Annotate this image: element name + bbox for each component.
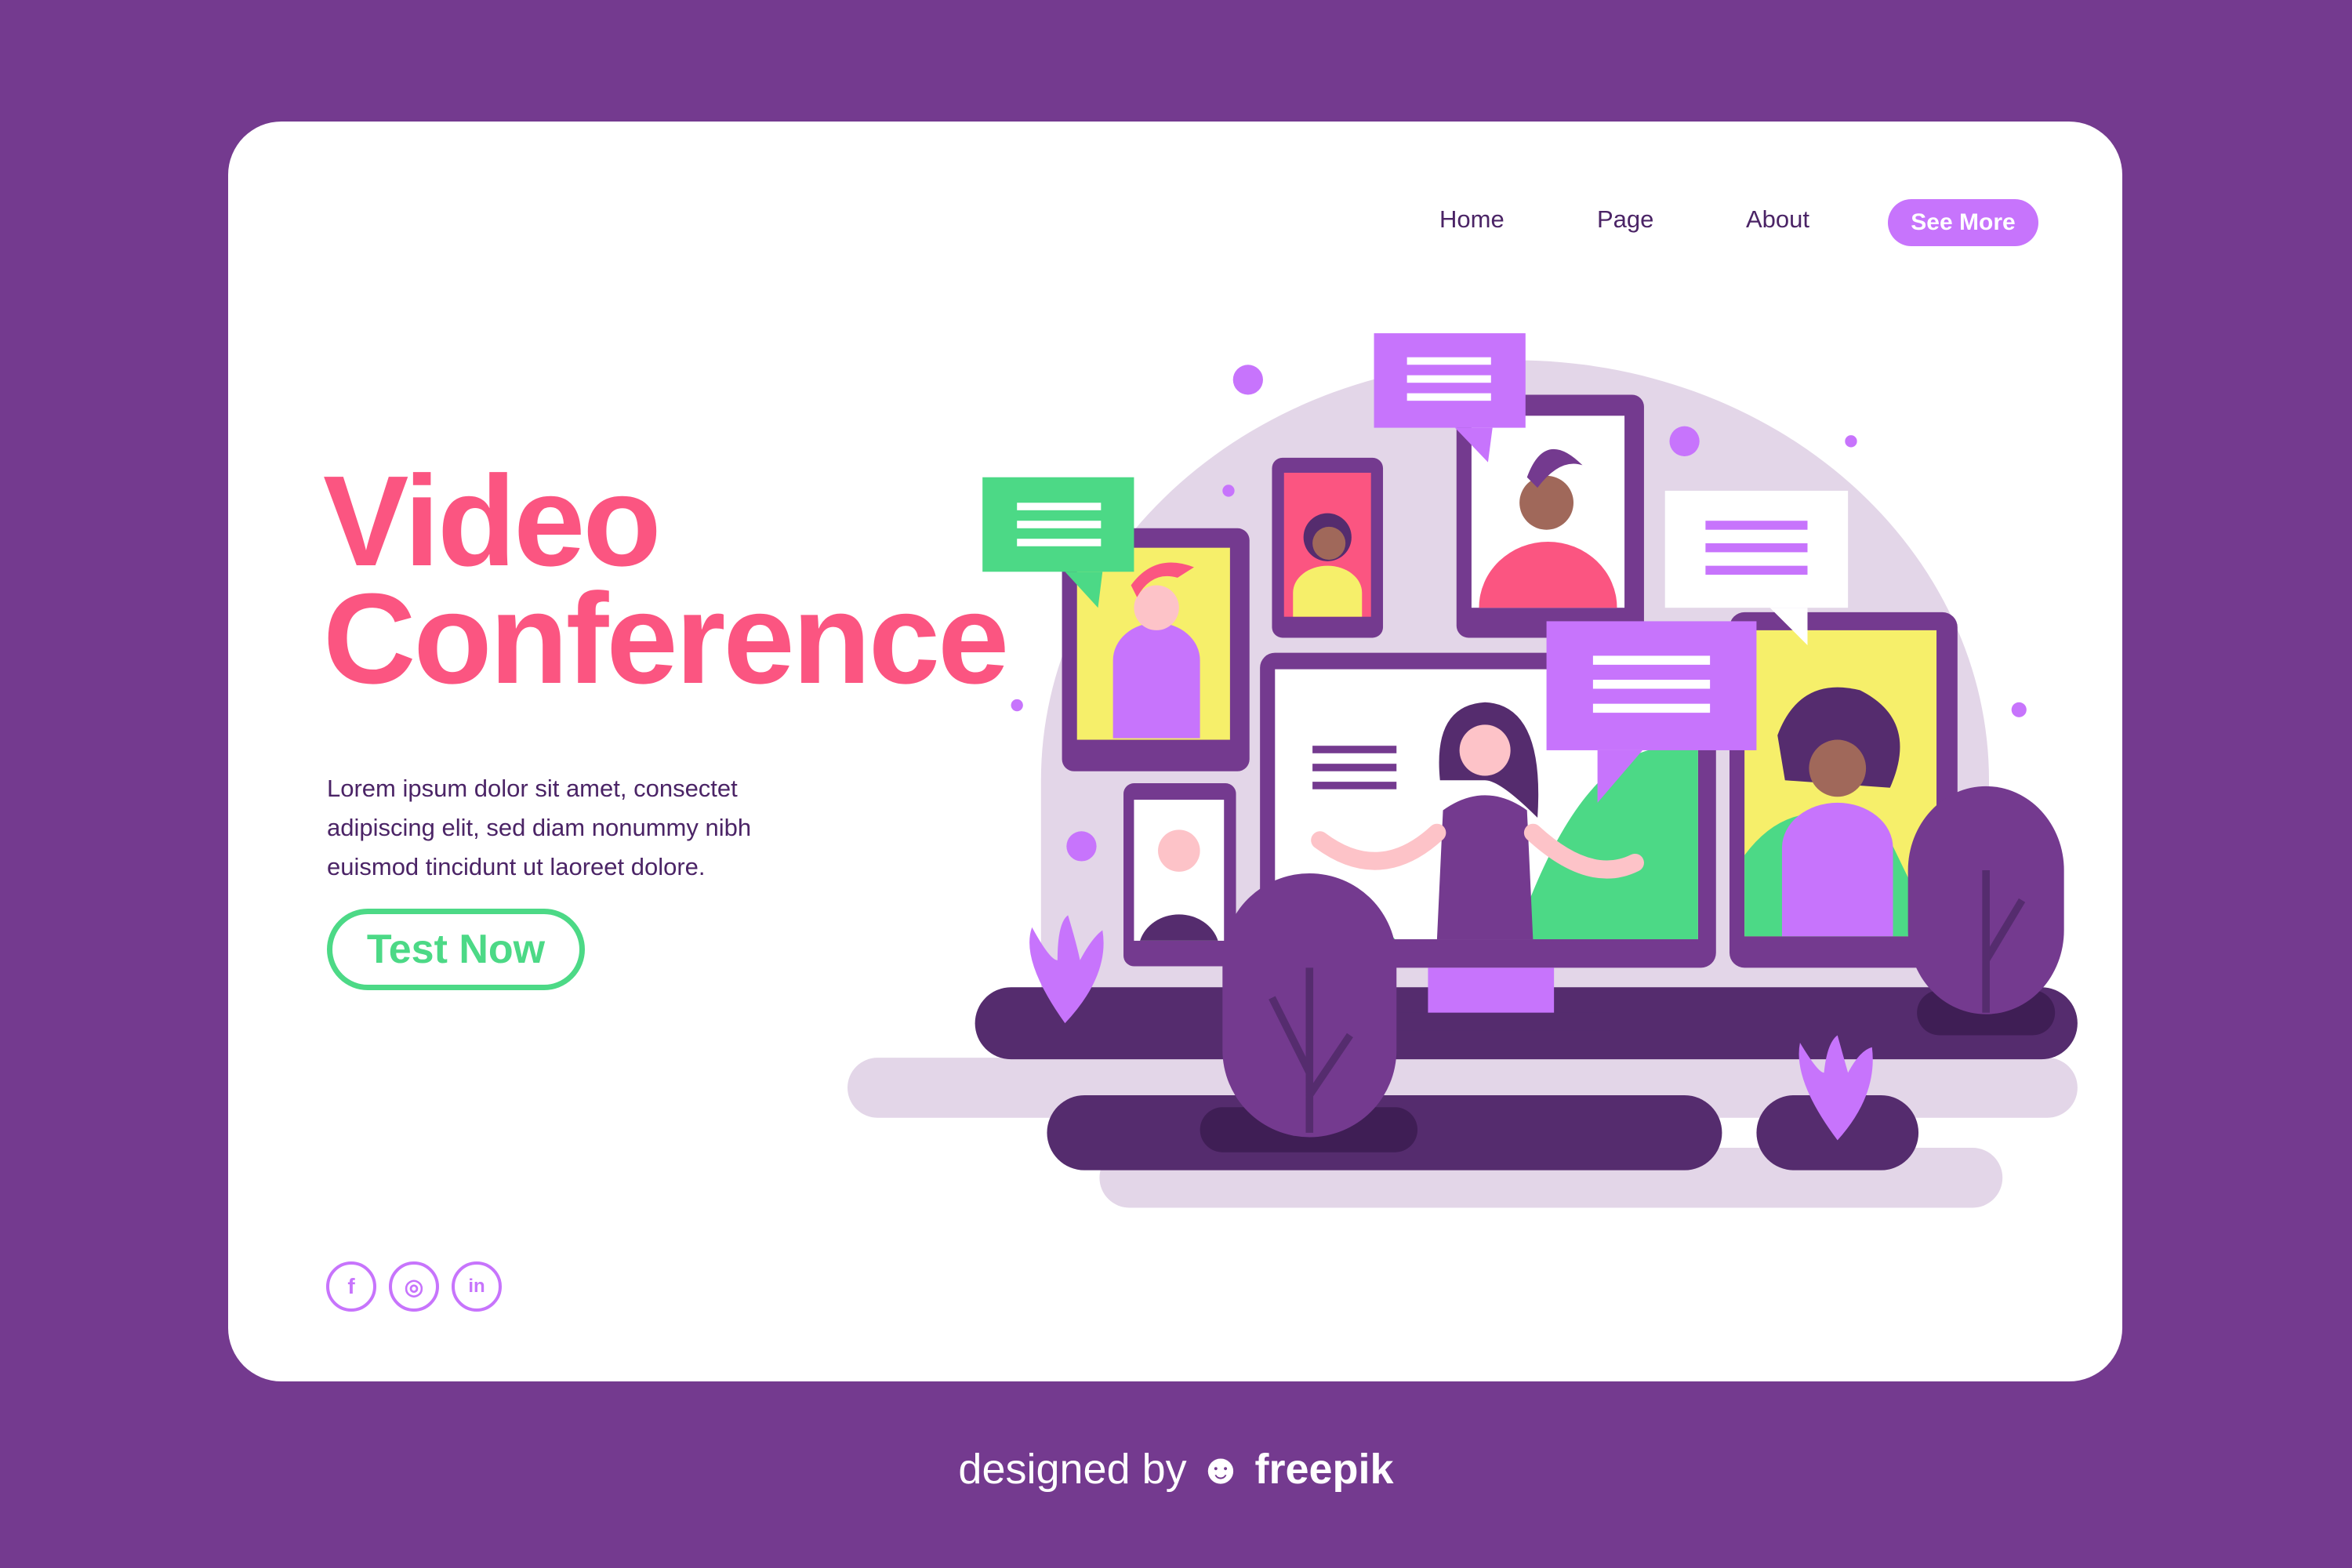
nav-page[interactable]: Page — [1597, 205, 1653, 234]
title-line-2: Conference — [323, 567, 1009, 710]
test-now-button[interactable]: Test Now — [327, 909, 585, 990]
facebook-icon[interactable]: f — [326, 1261, 376, 1312]
footer-credit: designed by ☻ freepik — [0, 1445, 2352, 1494]
linkedin-icon[interactable]: in — [452, 1261, 502, 1312]
nav-about[interactable]: About — [1746, 205, 1809, 234]
footer-brand: freepik — [1254, 1446, 1394, 1493]
instagram-icon[interactable]: ◎ — [389, 1261, 439, 1312]
freepik-logo-icon: ☻ — [1198, 1446, 1243, 1493]
landing-card — [228, 122, 2122, 1381]
hero-description: Lorem ipsum dolor sit amet, consectet ad… — [327, 775, 752, 880]
see-more-button[interactable]: See More — [1888, 199, 2038, 246]
title-line-1: Video — [323, 449, 662, 593]
page-title: Video Conference — [323, 449, 1009, 710]
nav-home[interactable]: Home — [1439, 205, 1504, 234]
footer-prefix: designed by — [958, 1446, 1187, 1493]
